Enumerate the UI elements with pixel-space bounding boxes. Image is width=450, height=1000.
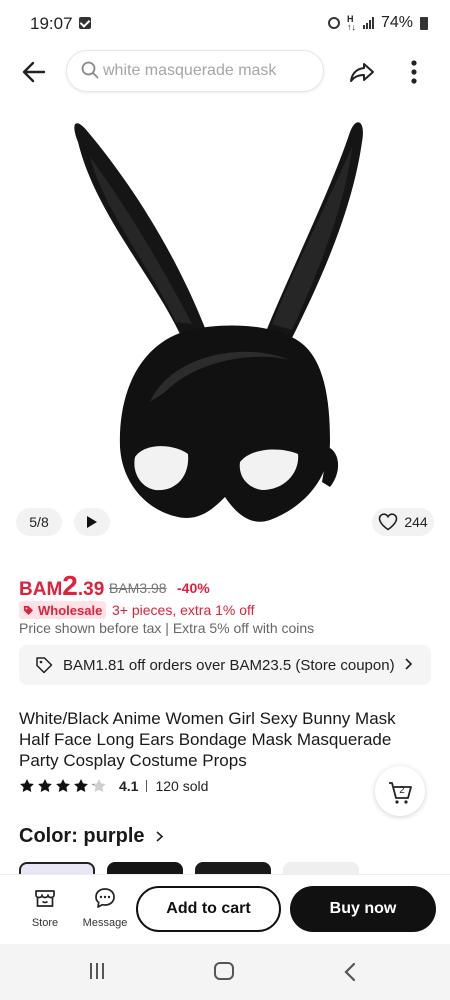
wishlist-count: 244 xyxy=(404,514,428,530)
chat-bubble-icon xyxy=(95,888,115,908)
product-title: White/Black Anime Women Girl Sexy Bunny … xyxy=(19,709,396,770)
color-label-text: Color: purple xyxy=(19,825,145,847)
message-button[interactable]: Message xyxy=(80,886,130,929)
heart-icon xyxy=(379,513,398,531)
add-to-cart-button[interactable]: Add to cart xyxy=(136,886,281,932)
notification-check-icon xyxy=(79,17,91,29)
play-icon xyxy=(87,516,97,528)
rating-separator xyxy=(146,780,148,792)
wishlist-button[interactable]: 244 xyxy=(372,508,434,536)
image-counter: 5/8 xyxy=(16,508,62,536)
store-label: Store xyxy=(31,917,59,929)
back-button[interactable] xyxy=(18,56,50,88)
arrow-left-icon xyxy=(22,61,46,83)
network-icon: H ↑↓ xyxy=(346,14,356,32)
message-label: Message xyxy=(82,917,128,929)
price-whole: 2 xyxy=(62,570,78,601)
current-price: BAM 2.39 xyxy=(19,570,104,602)
coupon-tag-icon xyxy=(36,657,53,674)
color-selector-label[interactable]: Color: purple xyxy=(19,825,164,848)
alarm-icon xyxy=(327,17,340,29)
cart-icon: 2 xyxy=(389,782,412,804)
recent-apps-button[interactable] xyxy=(90,963,104,979)
system-nav-bar xyxy=(0,944,450,1000)
cart-count: 2 xyxy=(399,785,405,796)
price-currency: BAM xyxy=(19,579,63,600)
star-icon xyxy=(56,779,70,792)
share-button[interactable] xyxy=(346,56,378,88)
rating-row[interactable]: 4.1 120 sold xyxy=(19,778,208,794)
star-icon xyxy=(20,779,34,792)
tax-note: Price shown before tax | Extra 5% off wi… xyxy=(19,620,315,636)
buy-now-button[interactable]: Buy now xyxy=(290,886,436,932)
bunny-mask-image xyxy=(74,122,363,522)
share-icon xyxy=(350,63,374,82)
home-button[interactable] xyxy=(214,962,234,980)
wholesale-label: Wholesale xyxy=(38,602,103,618)
top-nav xyxy=(0,46,450,102)
original-price: BAM3.98 xyxy=(109,580,167,596)
chevron-right-icon xyxy=(156,831,163,842)
bottom-action-bar: Store Message Add to cart Buy now xyxy=(0,874,450,944)
tag-icon xyxy=(24,605,33,615)
more-options-button[interactable] xyxy=(400,56,428,88)
store-coupon-row[interactable]: BAM1.81 off orders over BAM23.5 (Store c… xyxy=(19,645,431,685)
floating-cart-button[interactable]: 2 xyxy=(375,766,425,816)
signal-icon xyxy=(362,17,374,29)
chevron-right-icon xyxy=(405,658,413,670)
search-icon xyxy=(81,61,99,79)
status-icons: H ↑↓ 74% xyxy=(327,14,428,32)
search-input[interactable] xyxy=(103,60,313,82)
rating-score: 4.1 xyxy=(119,778,139,794)
coupon-text: BAM1.81 off orders over BAM23.5 (Store c… xyxy=(63,657,395,674)
product-image-gallery[interactable]: 5/8 244 xyxy=(0,102,450,552)
discount-badge: -40% xyxy=(177,580,210,596)
star-icon xyxy=(92,779,106,792)
wholesale-badge: Wholesale xyxy=(19,601,107,619)
sold-count: 120 sold xyxy=(155,778,209,794)
battery-percent: 74% xyxy=(380,14,413,31)
wholesale-offer: 3+ pieces, extra 1% off xyxy=(112,602,255,618)
price-cents: .39 xyxy=(77,579,105,600)
status-time: 19:07 xyxy=(30,14,73,33)
more-vertical-icon xyxy=(411,60,417,84)
battery-icon xyxy=(420,16,428,30)
star-rating xyxy=(19,778,107,794)
store-button[interactable]: Store xyxy=(20,886,70,929)
star-icon xyxy=(38,779,52,792)
status-bar: 19:07 H ↑↓ 74% xyxy=(0,0,450,46)
system-back-button[interactable] xyxy=(340,961,360,983)
star-icon xyxy=(74,779,88,792)
store-icon xyxy=(35,890,55,907)
play-video-button[interactable] xyxy=(74,508,110,536)
search-bar[interactable] xyxy=(66,50,324,92)
